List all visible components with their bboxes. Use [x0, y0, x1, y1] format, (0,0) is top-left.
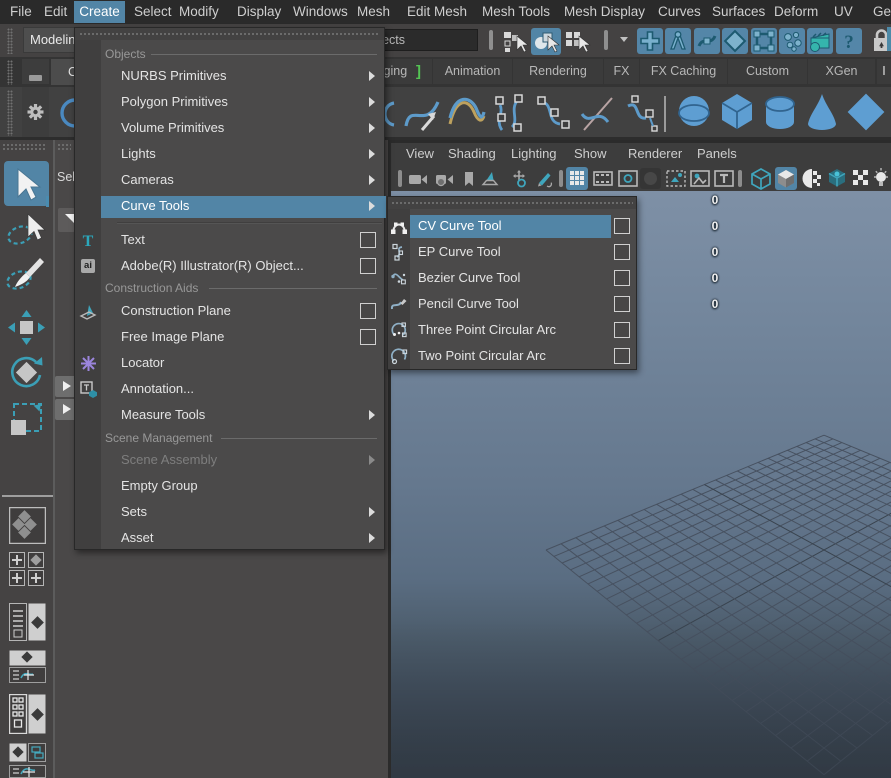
svg-text:T: T — [83, 233, 94, 248]
svg-text:?: ? — [844, 32, 854, 53]
